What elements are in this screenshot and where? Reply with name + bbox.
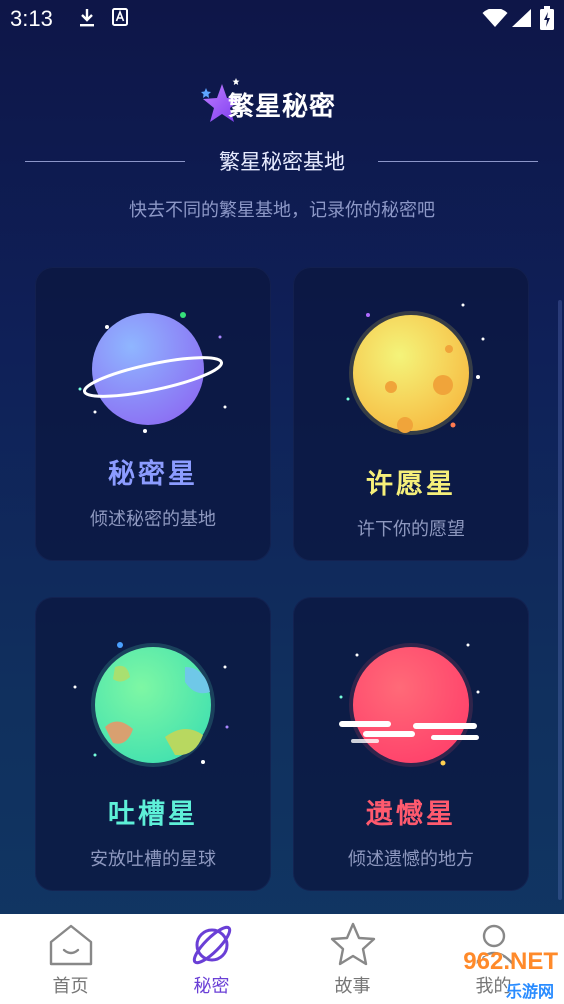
planet-card-wish[interactable]: 许愿星 许下你的愿望 [293,267,529,561]
battery-charging-icon [540,6,554,30]
planet-icon [192,925,232,965]
tab-story[interactable]: 故事 [282,914,423,1004]
card-name: 遗憾星 [366,799,456,830]
logo-text: 繁星秘密 [228,92,337,122]
watermark-brand: 962.NET [463,948,558,975]
planet-card-regret[interactable]: 遗憾星 倾述遗憾的地方 [293,597,529,891]
secret-planet-icon [78,312,227,433]
complain-planet-icon [73,642,229,767]
scrollbar[interactable] [558,300,562,900]
wish-planet-icon [346,303,485,435]
star-icon [330,922,376,966]
status-bar: 3:13 [0,0,564,38]
home-icon [49,924,93,966]
keyboard-a-icon [112,8,128,26]
card-name: 许愿星 [366,469,456,500]
planet-card-complain[interactable]: 吐槽星 安放吐槽的星球 [35,597,271,891]
tab-label: 秘密 [193,976,230,997]
title-divider-right [378,161,538,162]
card-desc: 倾述遗憾的地方 [348,849,474,870]
tab-label: 首页 [52,976,89,997]
tab-secret[interactable]: 秘密 [141,914,282,1004]
card-desc: 安放吐槽的星球 [90,849,216,870]
regret-planet-icon [339,643,480,767]
card-name: 秘密星 [108,459,198,490]
site-watermark: 962.NET 乐游网 [424,944,564,1004]
wifi-icon [482,9,508,27]
download-icon [80,9,94,27]
tab-home[interactable]: 首页 [0,914,141,1004]
tab-label: 故事 [334,976,371,997]
card-name: 吐槽星 [108,799,198,830]
app-logo: 繁星秘密 [200,76,350,132]
card-desc: 倾述秘密的基地 [90,509,216,530]
planet-card-secret[interactable]: 秘密星 倾述秘密的基地 [35,267,271,561]
status-time: 3:13 [10,6,53,31]
signal-icon [512,9,531,27]
watermark-sub: 乐游网 [505,982,554,1001]
page-subtitle: 快去不同的繁星基地，记录你的秘密吧 [129,200,435,221]
card-desc: 许下你的愿望 [357,519,465,540]
